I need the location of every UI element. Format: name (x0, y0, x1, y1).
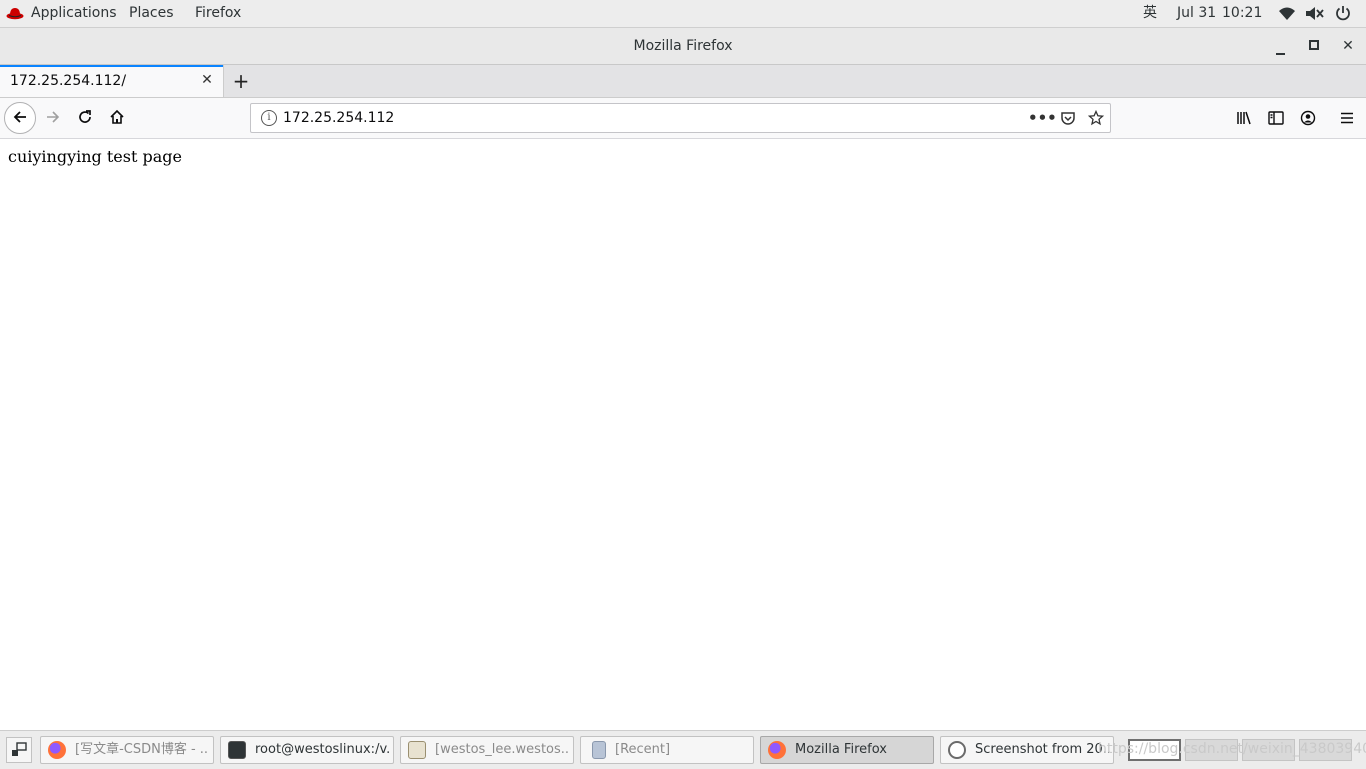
task-files-recent[interactable]: [Recent] (580, 736, 754, 764)
hamburger-menu-icon (1341, 112, 1353, 124)
page-body-text: cuiyingying test page (8, 147, 182, 166)
tab-close-icon[interactable]: ✕ (199, 72, 215, 88)
window-titlebar[interactable]: Mozilla Firefox ✕ (0, 28, 1366, 65)
task-label: Mozilla Firefox (795, 742, 887, 757)
task-label: [Recent] (615, 742, 671, 757)
show-desktop-button[interactable] (6, 737, 32, 763)
clock-time[interactable]: 10:21 (1222, 0, 1262, 27)
reload-button[interactable] (71, 104, 99, 132)
redhat-logo-icon (6, 8, 24, 20)
sidebar-button[interactable] (1262, 104, 1290, 132)
task-image-viewer[interactable]: [westos_lee.westos.... (400, 736, 574, 764)
back-arrow-icon (13, 111, 26, 123)
site-info-icon[interactable]: i (261, 110, 277, 126)
screenshot-icon (948, 741, 966, 759)
task-terminal[interactable]: root@westoslinux:/v... (220, 736, 394, 764)
forward-button[interactable] (39, 104, 67, 132)
home-button[interactable] (103, 104, 131, 132)
reload-icon (79, 110, 91, 123)
back-button[interactable] (4, 102, 36, 134)
maximize-icon (1309, 40, 1319, 50)
url-text[interactable]: 172.25.254.112 (283, 104, 394, 132)
forward-arrow-icon (47, 111, 60, 123)
firefox-icon (48, 741, 66, 759)
volume-muted-icon[interactable] (1305, 6, 1325, 21)
firefox-app-menu[interactable]: Firefox (195, 0, 241, 27)
open-menu-button[interactable] (1333, 104, 1361, 132)
task-label: root@westoslinux:/v... (255, 742, 389, 757)
sidebar-icon (1268, 111, 1284, 125)
account-button[interactable] (1294, 104, 1322, 132)
home-icon (110, 109, 124, 124)
window-title: Mozilla Firefox (633, 38, 733, 54)
wifi-icon[interactable] (1278, 6, 1296, 21)
task-mozilla-firefox[interactable]: Mozilla Firefox (760, 736, 934, 764)
navigation-toolbar: i 172.25.254.112 ••• (0, 98, 1366, 139)
pocket-icon[interactable] (1056, 106, 1080, 130)
close-icon: ✕ (1342, 38, 1354, 54)
task-screenshot[interactable]: Screenshot from 20... (940, 736, 1114, 764)
library-button[interactable] (1231, 104, 1259, 132)
gnome-top-bar: Applications Places Firefox 英 Jul 31 10:… (0, 0, 1366, 28)
page-actions-icon[interactable]: ••• (1028, 106, 1057, 130)
task-label: Screenshot from 20... (975, 742, 1109, 757)
minimize-button[interactable] (1270, 36, 1290, 56)
applications-menu[interactable]: Applications (31, 0, 117, 27)
files-icon (592, 741, 606, 759)
task-label: [写文章-CSDN博客 - ... (75, 742, 209, 757)
plus-icon: + (232, 69, 250, 93)
image-viewer-icon (408, 741, 426, 759)
url-bar[interactable]: i 172.25.254.112 ••• (250, 103, 1111, 133)
tab-title: 172.25.254.112/ (10, 73, 127, 89)
minimize-icon (1275, 53, 1285, 55)
csdn-watermark: https://blog.csdn.net/weixin_43803940 (1098, 741, 1366, 757)
task-firefox-csdn[interactable]: [写文章-CSDN博客 - ... (40, 736, 214, 764)
places-menu[interactable]: Places (129, 0, 174, 27)
terminal-icon (228, 741, 246, 759)
page-content: cuiyingying test page (0, 139, 1366, 730)
clock-date[interactable]: Jul 31 (1177, 0, 1216, 27)
firefox-icon (768, 741, 786, 759)
show-desktop-icon (12, 742, 27, 756)
tab-active[interactable]: 172.25.254.112/ ✕ (0, 65, 224, 97)
power-icon[interactable] (1335, 5, 1351, 21)
bookmark-star-icon[interactable] (1084, 106, 1108, 130)
account-icon (1300, 110, 1316, 126)
new-tab-button[interactable]: + (230, 70, 252, 92)
library-icon (1237, 111, 1251, 125)
window-list-taskbar: [写文章-CSDN博客 - ... root@westoslinux:/v...… (0, 730, 1366, 769)
input-method-indicator[interactable]: 英 (1143, 0, 1157, 27)
maximize-button[interactable] (1304, 36, 1324, 56)
task-label: [westos_lee.westos.... (435, 742, 569, 757)
close-window-button[interactable]: ✕ (1338, 36, 1358, 56)
tab-strip: 172.25.254.112/ ✕ + (0, 65, 1366, 98)
